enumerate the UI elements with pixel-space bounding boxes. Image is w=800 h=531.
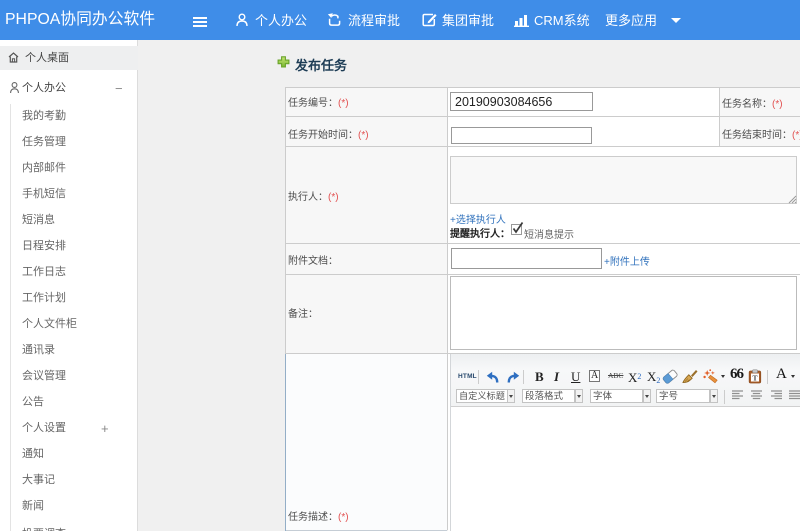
svg-text:T: T [752,374,757,383]
